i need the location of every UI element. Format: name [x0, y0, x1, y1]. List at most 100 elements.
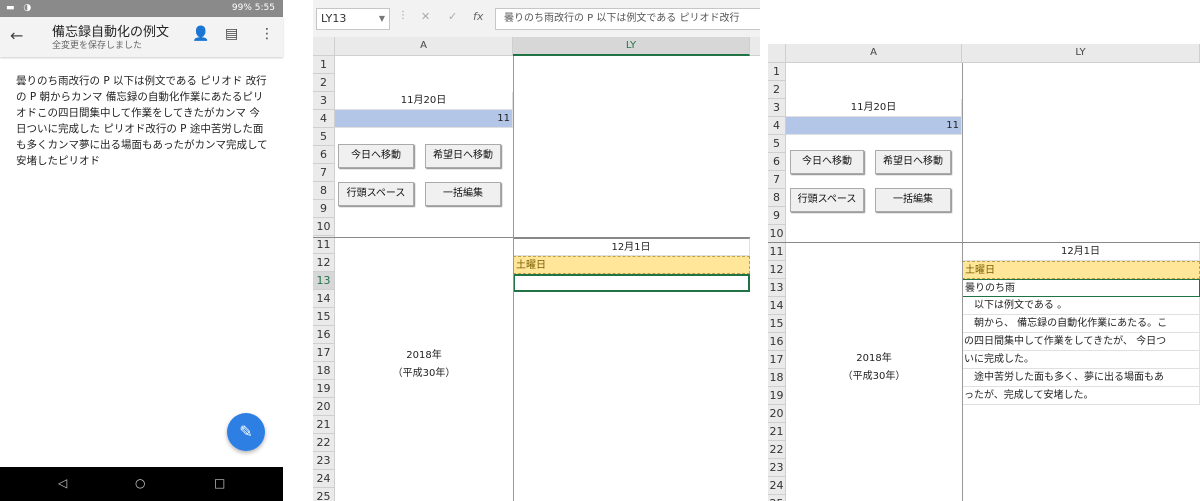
row-header[interactable]: 13: [768, 279, 786, 297]
row-header[interactable]: 7: [768, 171, 786, 189]
cell-value-11[interactable]: 11: [786, 117, 962, 135]
line-head-space-button[interactable]: 行頭スペース: [790, 188, 864, 212]
cell-text-line-4[interactable]: の四日間集中して作業をしてきたが、 今日つ: [962, 333, 1200, 351]
row-header[interactable]: 3: [313, 92, 335, 110]
row-header[interactable]: 2: [768, 81, 786, 99]
more-vert-icon[interactable]: ⋮: [260, 26, 274, 42]
edit-fab-button[interactable]: ✎: [227, 413, 265, 451]
cell-text-line-5[interactable]: いに完成した。: [962, 351, 1200, 369]
row-header[interactable]: 9: [768, 207, 786, 225]
cell-date-nov[interactable]: 11月20日: [335, 92, 513, 110]
row-header[interactable]: 22: [768, 441, 786, 459]
insert-function-icon[interactable]: fx: [473, 10, 483, 23]
formula-input[interactable]: 曇りのち雨改行の P 以下は例文である ピリオド改行: [495, 8, 760, 30]
row-header[interactable]: 24: [313, 470, 335, 488]
row-header[interactable]: 14: [313, 290, 335, 308]
col-header-ly[interactable]: LY: [513, 37, 750, 56]
row-header[interactable]: 20: [768, 405, 786, 423]
row-header[interactable]: 16: [313, 326, 335, 344]
cell-era[interactable]: （平成30年）: [335, 365, 513, 383]
cell-text-line-6[interactable]: 途中苦労した面も多く、夢に出る場面もあ: [962, 369, 1200, 387]
row-header[interactable]: 11: [313, 236, 335, 254]
row-header[interactable]: 18: [768, 369, 786, 387]
cell-era[interactable]: （平成30年）: [786, 368, 962, 386]
row-header[interactable]: 8: [313, 182, 335, 200]
goto-today-button[interactable]: 今日へ移動: [338, 144, 414, 168]
cell-text-line-2[interactable]: 以下は例文である 。: [962, 297, 1200, 315]
row-header[interactable]: 10: [313, 218, 335, 236]
row-header[interactable]: 16: [768, 333, 786, 351]
row-header[interactable]: 19: [313, 380, 335, 398]
row-header[interactable]: 15: [768, 315, 786, 333]
row-header[interactable]: 15: [313, 308, 335, 326]
select-all-corner[interactable]: [313, 37, 335, 56]
row-header[interactable]: 4: [313, 110, 335, 128]
name-box[interactable]: LY13 ▼: [316, 8, 390, 30]
row-header[interactable]: 2: [313, 74, 335, 92]
row-header[interactable]: 1: [768, 63, 786, 81]
row-header[interactable]: 22: [313, 434, 335, 452]
row-header[interactable]: 5: [768, 135, 786, 153]
row-header[interactable]: 23: [768, 459, 786, 477]
row-header[interactable]: 5: [313, 128, 335, 146]
col-header-ly[interactable]: LY: [962, 44, 1200, 63]
cell-text-line-3[interactable]: 朝から、 備忘録の自動化作業にあたる。こ: [962, 315, 1200, 333]
cell-date-nov[interactable]: 11月20日: [786, 99, 962, 117]
row-header[interactable]: 6: [768, 153, 786, 171]
cell-ly13-selected[interactable]: [513, 274, 750, 292]
bulk-edit-button[interactable]: 一括編集: [425, 182, 501, 206]
cell-value-11[interactable]: 11: [335, 110, 513, 128]
row-header[interactable]: 21: [313, 416, 335, 434]
row-header[interactable]: 12: [768, 261, 786, 279]
row-header[interactable]: 10: [768, 225, 786, 243]
row-header[interactable]: 3: [768, 99, 786, 117]
cell-year[interactable]: 2018年: [786, 350, 962, 368]
row-header[interactable]: 8: [768, 189, 786, 207]
comment-icon[interactable]: ▤: [225, 26, 238, 42]
cell-text-line-7[interactable]: ったが、完成して安堵した。: [962, 387, 1200, 405]
row-header[interactable]: 6: [313, 146, 335, 164]
nav-back-icon[interactable]: ◁: [58, 476, 67, 490]
goto-desired-date-button[interactable]: 希望日へ移動: [875, 150, 951, 174]
select-all-corner[interactable]: [768, 44, 786, 63]
row-header[interactable]: 13: [313, 272, 335, 290]
row-header[interactable]: 7: [313, 164, 335, 182]
row-header[interactable]: 11: [768, 243, 786, 261]
cell-year[interactable]: 2018年: [335, 347, 513, 365]
dropdown-icon[interactable]: ▼: [379, 9, 385, 29]
line-head-space-button[interactable]: 行頭スペース: [338, 182, 414, 206]
row-header[interactable]: 12: [313, 254, 335, 272]
add-collaborator-icon[interactable]: 👤: [192, 26, 209, 42]
row-header[interactable]: 17: [313, 344, 335, 362]
row-header[interactable]: 14: [768, 297, 786, 315]
row-header[interactable]: 25: [313, 488, 335, 501]
cell-date-dec[interactable]: 12月1日: [513, 238, 750, 256]
sheet-grid[interactable]: A LY 1 2 3 4 5 6 7 8 9 10 11 12 13 14 15 16 17 18 19 20 21 22…: [313, 37, 760, 501]
cell-text-line-1[interactable]: 曇りのち雨: [962, 279, 1200, 297]
row-header[interactable]: 21: [768, 423, 786, 441]
cell-weekday[interactable]: 土曜日: [962, 261, 1200, 279]
cancel-icon[interactable]: ✕: [421, 10, 430, 23]
cell-date-dec[interactable]: 12月1日: [962, 243, 1200, 261]
row-header[interactable]: 24: [768, 477, 786, 495]
col-header-next[interactable]: [750, 37, 760, 56]
cell-weekday[interactable]: 土曜日: [513, 256, 750, 274]
row-header[interactable]: 1: [313, 56, 335, 74]
row-header[interactable]: 18: [313, 362, 335, 380]
row-header[interactable]: 4: [768, 117, 786, 135]
row-header[interactable]: 9: [313, 200, 335, 218]
row-header[interactable]: 19: [768, 387, 786, 405]
goto-today-button[interactable]: 今日へ移動: [790, 150, 864, 174]
note-body[interactable]: 曇りのち雨改行の P 以下は例文である ピリオド 改行の P 朝からカンマ 備忘…: [16, 73, 270, 169]
goto-desired-date-button[interactable]: 希望日へ移動: [425, 144, 501, 168]
nav-home-icon[interactable]: ○: [135, 476, 145, 490]
nav-recents-icon[interactable]: □: [214, 476, 225, 490]
bulk-edit-button[interactable]: 一括編集: [875, 188, 951, 212]
col-header-a[interactable]: A: [786, 44, 962, 63]
enter-icon[interactable]: ✓: [448, 10, 457, 23]
row-header[interactable]: 25: [768, 495, 786, 501]
row-header[interactable]: 20: [313, 398, 335, 416]
row-header[interactable]: 17: [768, 351, 786, 369]
back-arrow-icon[interactable]: ←: [10, 26, 23, 45]
col-header-a[interactable]: A: [335, 37, 513, 56]
